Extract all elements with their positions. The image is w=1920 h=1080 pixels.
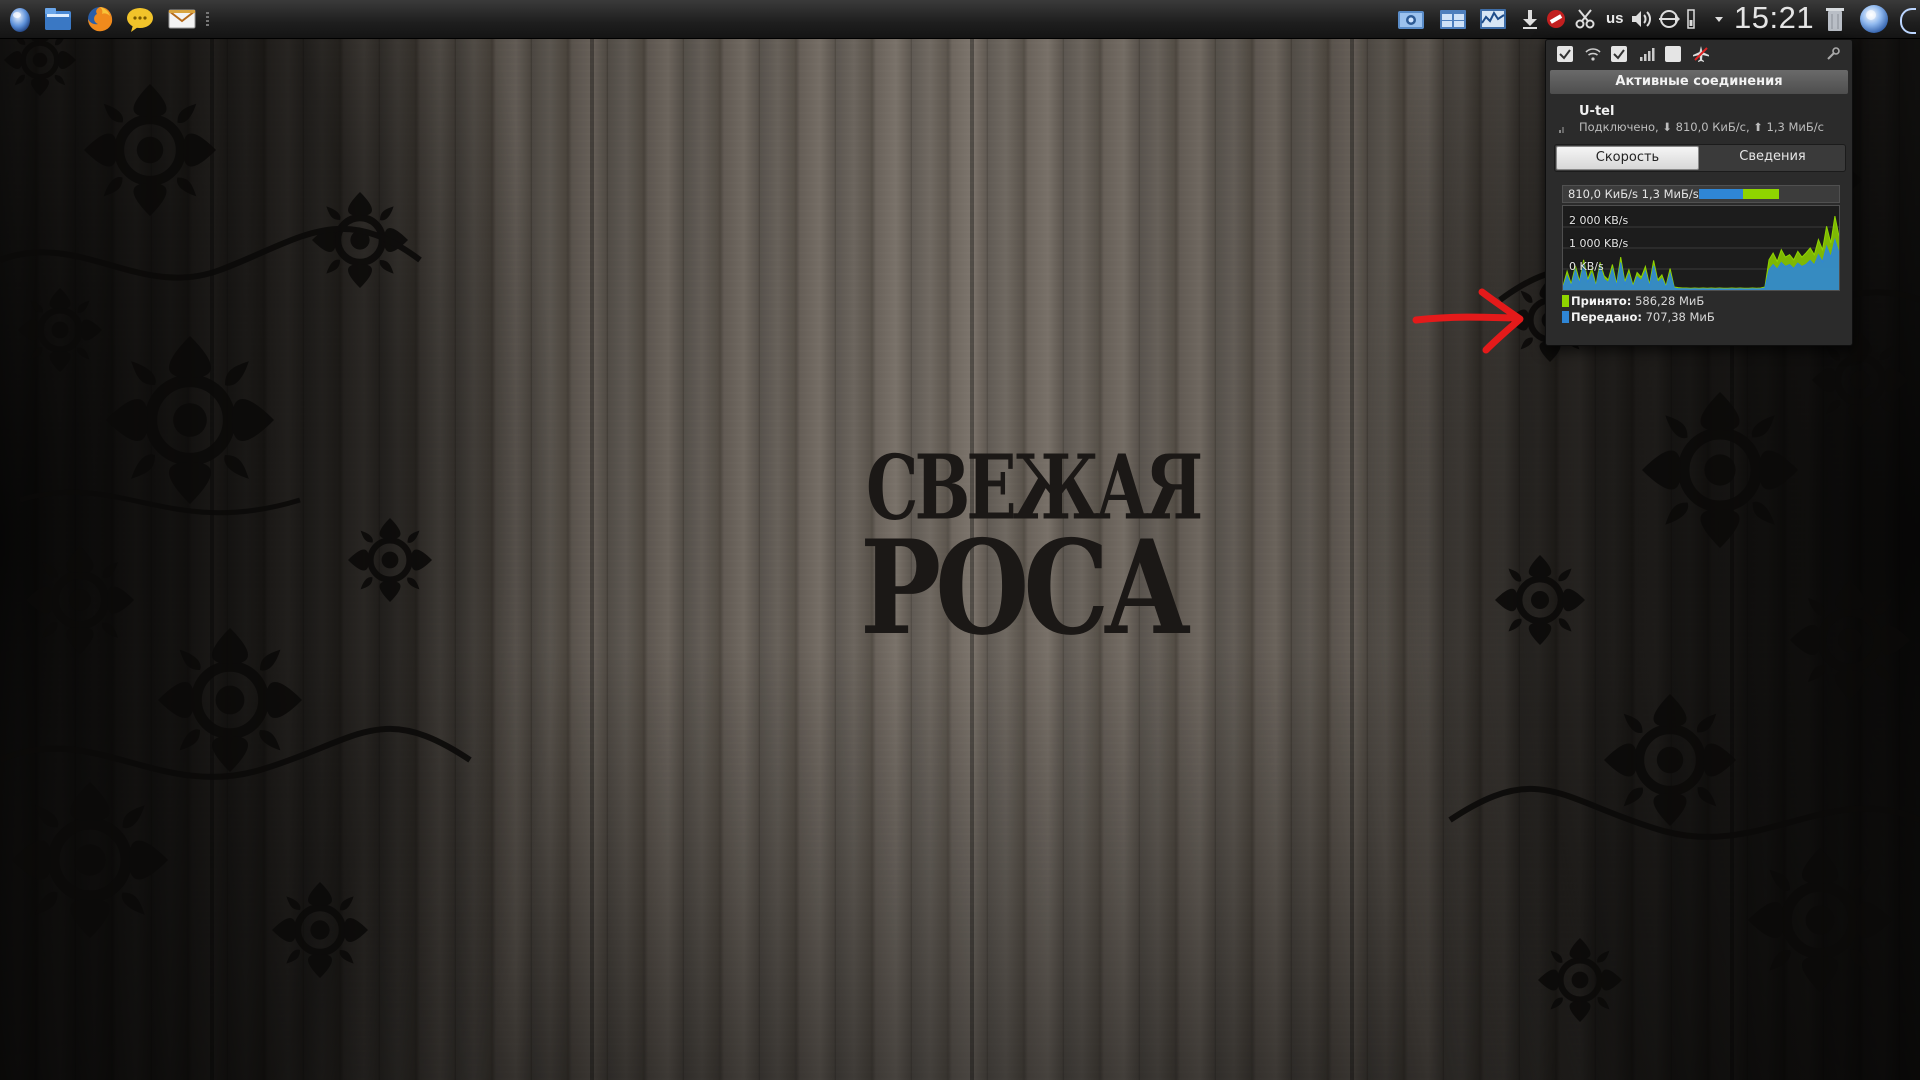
logo-line-2: РОСА: [860, 513, 1191, 665]
traffic-graph: 2 000 KB/s 1 000 KB/s 0 KB/s: [1562, 205, 1840, 291]
panel-clock[interactable]: 15:21: [1734, 0, 1814, 36]
sent-value: 707,38 МиБ: [1645, 310, 1715, 324]
connection-status: Подключено, ⬇ 810,0 КиБ/с, ⬆ 1,3 МиБ/с: [1579, 120, 1824, 134]
wired-enabled-checkbox-icon[interactable]: [1556, 45, 1574, 63]
mail-icon[interactable]: [166, 3, 198, 35]
graph-label-bottom: 0 KB/s: [1569, 260, 1604, 273]
rosa-icon[interactable]: [1858, 3, 1890, 35]
wireless-enabled-checkbox-icon[interactable]: [1610, 45, 1628, 63]
received-swatch: [1562, 295, 1569, 307]
received-value: 586,28 МиБ: [1635, 294, 1705, 308]
connection-signal-icon: [1559, 127, 1564, 133]
battery-icon[interactable]: [1684, 7, 1698, 31]
active-connections-header: Активные соединения: [1550, 70, 1848, 94]
received-label: Принято:: [1571, 294, 1632, 308]
download-icon[interactable]: [1518, 7, 1542, 31]
mobile-broadband-checkbox-icon[interactable]: [1664, 45, 1682, 63]
received-speed-fill: [1743, 189, 1779, 199]
tab-details[interactable]: Сведения: [1702, 146, 1843, 168]
sent-swatch: [1562, 311, 1569, 323]
floral-ornament-left: [0, 0, 560, 1080]
chat-icon[interactable]: [124, 3, 156, 35]
legend-sent: Передано: 707,38 МиБ: [1562, 310, 1715, 324]
file-manager-icon[interactable]: [42, 3, 74, 35]
current-speed-label: 810,0 КиБ/s 1,3 МиБ/s: [1568, 187, 1699, 201]
connection-name[interactable]: U-tel: [1579, 104, 1614, 119]
connection-tabs: Скорость Сведения: [1554, 144, 1846, 172]
window-switcher-icon[interactable]: [1438, 7, 1468, 31]
legend-received: Принято: 586,28 МиБ: [1562, 294, 1704, 308]
panel-grip[interactable]: [206, 12, 209, 28]
tray-expand-icon[interactable]: [1712, 7, 1726, 31]
airplane-mode-icon[interactable]: [1692, 45, 1710, 63]
clipboard-scissors-icon[interactable]: [1573, 7, 1597, 31]
volume-icon[interactable]: [1629, 7, 1653, 31]
rosa-logo: СВЕЖАЯ РОСА: [860, 435, 1203, 664]
popup-toolbar: [1546, 40, 1852, 68]
keyboard-layout-indicator[interactable]: us: [1606, 10, 1624, 27]
firefox-icon[interactable]: [84, 3, 116, 35]
network-connections-popup: Активные соединения U-tel Подключено, ⬇ …: [1545, 39, 1853, 346]
no-entry-icon[interactable]: [1544, 7, 1568, 31]
top-panel: us 15:21: [0, 0, 1920, 39]
current-speed-bar: 810,0 КиБ/s 1,3 МиБ/s: [1562, 185, 1840, 203]
wifi-icon[interactable]: [1584, 45, 1602, 63]
settings-wrench-icon[interactable]: [1824, 45, 1842, 63]
network-icon[interactable]: [1657, 7, 1681, 31]
annotation-arrow: [1412, 288, 1524, 354]
graph-label-mid: 1 000 KB/s: [1569, 237, 1629, 250]
graph-label-top: 2 000 KB/s: [1569, 214, 1629, 227]
screenshot-icon[interactable]: [1396, 7, 1426, 31]
rosa-app-launcher-icon[interactable]: [4, 3, 36, 35]
system-monitor-icon[interactable]: [1478, 7, 1508, 31]
mobile-signal-icon[interactable]: [1638, 45, 1656, 63]
trash-icon[interactable]: [1822, 7, 1848, 31]
panel-edge-icon: [1900, 8, 1916, 34]
sent-label: Передано:: [1571, 310, 1642, 324]
tab-speed[interactable]: Скорость: [1556, 146, 1699, 170]
